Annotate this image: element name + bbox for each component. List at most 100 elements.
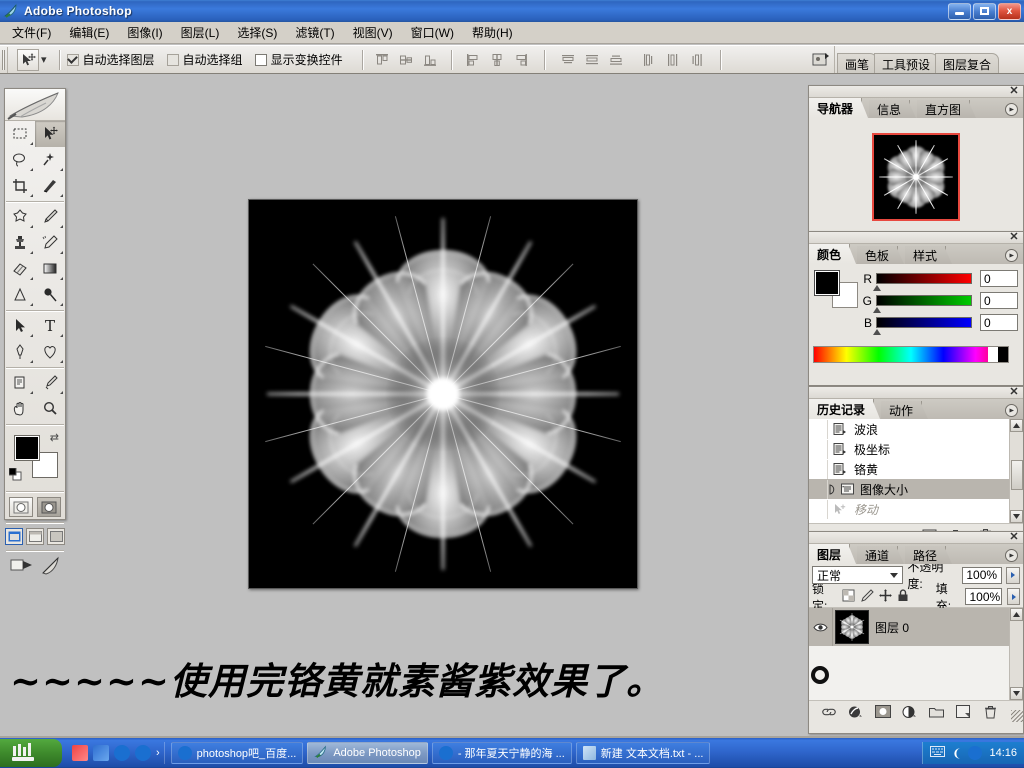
lock-image-pixels-icon[interactable] — [860, 589, 874, 605]
photoshop-feather-icon[interactable] — [40, 556, 60, 579]
quick-mask-mode-button[interactable] — [37, 497, 61, 517]
opacity-input[interactable]: 100% — [962, 567, 1002, 584]
new-layer-icon[interactable] — [955, 704, 971, 720]
tab-history[interactable]: 历史记录 — [809, 399, 874, 419]
start-button[interactable] — [0, 739, 62, 767]
distribute-vertical-centers-button[interactable] — [581, 49, 603, 70]
fill-input[interactable]: 100% — [965, 588, 1002, 605]
close-icon[interactable]: ✕ — [1008, 232, 1020, 243]
auto-select-group-checkbox[interactable] — [167, 54, 179, 66]
history-snapshot-box[interactable] — [809, 440, 828, 459]
layer-thumbnail[interactable] — [835, 610, 869, 644]
clone-stamp-tool[interactable] — [5, 230, 35, 256]
auto-select-layer-checkbox[interactable] — [67, 54, 79, 66]
hand-tool[interactable] — [5, 396, 35, 422]
layer-list[interactable]: 图层 0 — [809, 608, 1023, 700]
well-tab-brushes[interactable]: 画笔 — [837, 53, 877, 73]
red-channel-value[interactable]: 0 — [980, 270, 1018, 287]
scroll-down-icon[interactable] — [1010, 687, 1023, 700]
color-panel-grip[interactable]: ✕ — [809, 232, 1023, 244]
fill-slider-button[interactable] — [1007, 588, 1020, 605]
full-screen-with-menu-mode-button[interactable] — [26, 528, 44, 545]
history-state-item-dimmed[interactable]: 移动 — [809, 499, 1023, 519]
pen-tool[interactable] — [5, 339, 35, 365]
taskbar-clock[interactable]: 14:16 — [989, 747, 1017, 759]
move-tool[interactable] — [35, 121, 65, 147]
close-icon[interactable]: ✕ — [1008, 532, 1020, 543]
navigator-panel-grip[interactable]: ✕ — [809, 86, 1023, 98]
media-player-icon[interactable] — [72, 745, 88, 761]
black-swatch[interactable] — [998, 347, 1008, 362]
navigator-preview-area[interactable] — [809, 118, 1023, 236]
tab-navigator[interactable]: 导航器 — [809, 98, 862, 118]
distribute-top-edges-button[interactable] — [557, 49, 579, 70]
opacity-slider-button[interactable] — [1006, 567, 1020, 584]
tab-channels[interactable]: 通道 — [857, 546, 898, 564]
tab-layers[interactable]: 图层 — [809, 544, 850, 564]
auto-select-layer-option[interactable]: 自动选择图层 — [67, 51, 155, 68]
history-snapshot-box[interactable] — [809, 480, 828, 499]
history-panel-grip[interactable]: ✕ — [809, 387, 1023, 399]
default-colors-icon[interactable] — [9, 468, 22, 484]
scroll-down-icon[interactable] — [1010, 510, 1023, 523]
options-bar-grip[interactable] — [0, 47, 8, 73]
menu-layer[interactable]: 图层(L) — [172, 22, 229, 43]
lasso-tool[interactable] — [5, 147, 35, 173]
blend-mode-select[interactable]: 正常 — [812, 566, 903, 584]
path-selection-tool[interactable] — [5, 313, 35, 339]
tab-histogram[interactable]: 直方图 — [917, 100, 970, 118]
well-tab-tool-presets[interactable]: 工具预设 — [874, 53, 938, 73]
history-snapshot-box[interactable] — [809, 460, 828, 479]
distribute-bottom-edges-button[interactable] — [605, 49, 627, 70]
file-browser-icon[interactable] — [808, 46, 834, 73]
close-icon[interactable]: ✕ — [1008, 86, 1020, 97]
link-layers-icon[interactable] — [821, 704, 837, 720]
panel-menu-icon[interactable] — [1002, 246, 1020, 264]
layer-mask-icon[interactable] — [875, 704, 891, 720]
document-canvas[interactable] — [248, 199, 638, 589]
magic-wand-tool[interactable] — [35, 147, 65, 173]
task-button-kingsoft[interactable]: - 那年夏天宁静的海 ... — [432, 742, 572, 764]
foreground-color-swatch[interactable] — [14, 435, 40, 461]
menu-window[interactable]: 窗口(W) — [402, 22, 463, 43]
keyboard-icon[interactable] — [930, 746, 945, 760]
tab-swatches[interactable]: 色板 — [857, 246, 898, 264]
panel-menu-icon[interactable] — [1002, 100, 1020, 118]
edit-in-imageready-icon[interactable] — [10, 556, 34, 579]
align-top-edges-button[interactable] — [371, 49, 393, 70]
volume-icon[interactable]: ❨ — [952, 747, 961, 760]
maxthon-icon[interactable] — [114, 745, 130, 761]
type-tool[interactable]: T — [35, 313, 65, 339]
dodge-tool[interactable] — [35, 282, 65, 308]
well-tab-layer-comps[interactable]: 图层复合 — [935, 53, 999, 73]
crop-tool[interactable] — [5, 173, 35, 199]
green-channel-value[interactable]: 0 — [980, 292, 1018, 309]
red-channel-ramp[interactable] — [876, 273, 972, 284]
full-screen-mode-button[interactable] — [47, 528, 65, 545]
menu-select[interactable]: 选择(S) — [228, 22, 286, 43]
tab-color[interactable]: 颜色 — [809, 244, 850, 264]
eraser-tool[interactable] — [5, 256, 35, 282]
delete-layer-icon[interactable] — [982, 704, 998, 720]
healing-brush-tool[interactable] — [5, 204, 35, 230]
lock-all-icon[interactable] — [897, 589, 909, 605]
scrollbar-thumb[interactable] — [1011, 460, 1023, 490]
swap-colors-icon[interactable]: ⇄ — [50, 431, 59, 444]
history-state-item-selected[interactable]: 图像大小 — [809, 479, 1023, 499]
scrollbar-track[interactable] — [1011, 621, 1023, 687]
history-state-item[interactable]: 极坐标 — [809, 439, 1023, 459]
show-transform-controls-checkbox[interactable] — [255, 54, 267, 66]
notes-tool[interactable] — [5, 370, 35, 396]
align-right-edges-button[interactable] — [510, 49, 532, 70]
kingsoft-icon[interactable] — [968, 746, 982, 760]
align-bottom-edges-button[interactable] — [419, 49, 441, 70]
blue-channel-ramp[interactable] — [876, 317, 972, 328]
history-snapshot-box[interactable] — [809, 420, 828, 439]
zoom-tool[interactable] — [35, 396, 65, 422]
close-button[interactable]: x — [998, 3, 1021, 20]
tab-actions[interactable]: 动作 — [881, 401, 922, 419]
green-channel-ramp[interactable] — [876, 295, 972, 306]
history-snapshot-box[interactable] — [809, 500, 828, 519]
layers-scrollbar[interactable] — [1009, 608, 1023, 700]
green-channel-slider[interactable] — [873, 307, 881, 313]
